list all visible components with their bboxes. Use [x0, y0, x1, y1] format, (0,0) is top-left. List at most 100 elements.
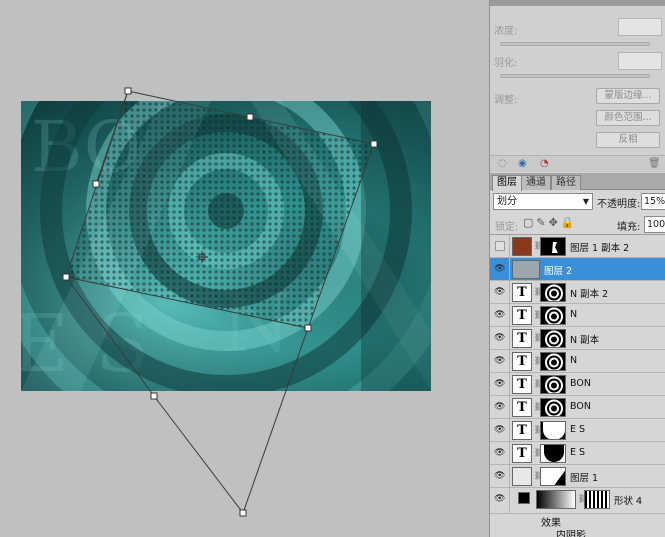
layer-row-selected[interactable]: 👁 图层 2	[490, 258, 665, 281]
eye-icon[interactable]: ◉	[518, 158, 527, 169]
layer-row[interactable]: 👁 T ⛓ N	[490, 304, 665, 327]
layer-row[interactable]: 👁 T ⛓ E S	[490, 419, 665, 442]
layer-mask-thumbnail[interactable]	[540, 329, 566, 348]
transform-handle-right-middle[interactable]	[304, 324, 312, 332]
tab-paths[interactable]: 路径	[551, 175, 581, 190]
layer-row[interactable]: 👁 T ⛓ BON	[490, 396, 665, 419]
panel-header-strip	[490, 0, 665, 6]
brush-icon[interactable]: ✎	[536, 216, 548, 229]
layer-mask-thumbnail[interactable]	[540, 352, 566, 371]
layer-row[interactable]: 👁 T ⛓ E S	[490, 442, 665, 465]
layer-row[interactable]: 👁 ⛓ 图层 1	[490, 465, 665, 488]
visibility-toggle-empty[interactable]	[495, 241, 505, 251]
eye-icon[interactable]: 👁	[494, 333, 506, 343]
layer-mask-thumbnail[interactable]	[540, 283, 566, 302]
feather-slider[interactable]	[500, 74, 650, 78]
layer-row[interactable]: 👁 T ⛓ N 副本 2	[490, 281, 665, 304]
eye-icon[interactable]: 👁	[494, 287, 506, 297]
feather-label: 羽化:	[494, 58, 518, 69]
transform-handle-bottom-right[interactable]	[239, 509, 247, 517]
layer-thumbnail	[512, 260, 540, 279]
transform-handle-top-right[interactable]	[370, 140, 378, 148]
layer-mask-thumbnail[interactable]	[540, 375, 566, 394]
layer-name: 图层 2	[544, 266, 573, 277]
text-layer-thumbnail: T	[512, 306, 532, 325]
layer-list[interactable]: ⛓ 图层 1 副本 2 👁 图层 2 👁 T ⛓ N 副本 2 👁	[490, 234, 665, 537]
masks-panel: 浓度: 羽化: 调整: 蒙版边缘... 颜色范围... 反相 ◌ ◉ ◔ 🗑	[490, 0, 665, 172]
lock-transparent-icon[interactable]: ▢	[523, 216, 536, 229]
trash-icon[interactable]: 🗑	[648, 158, 661, 169]
layer-name: E S	[570, 424, 586, 435]
layer-name: N 副本	[570, 335, 600, 346]
layer-mask-thumbnail[interactable]	[540, 398, 566, 417]
eye-icon[interactable]: 👁	[494, 471, 506, 481]
move-icon[interactable]: ✥	[549, 216, 561, 229]
transform-handle-bottom-middle[interactable]	[150, 392, 158, 400]
density-label: 浓度:	[494, 26, 518, 37]
color-range-button[interactable]: 颜色范围...	[596, 110, 660, 126]
layer-name: 图层 1 副本 2	[570, 243, 630, 254]
shape-color-swatch[interactable]	[518, 492, 530, 504]
layer-name: 形状 4	[614, 496, 643, 507]
text-layer-thumbnail: T	[512, 398, 532, 417]
layer-name: N	[570, 355, 578, 366]
eye-icon[interactable]: 👁	[494, 425, 506, 435]
lock-buttons[interactable]: ▢✎✥🔒	[523, 216, 578, 229]
layer-row[interactable]: 👁 T ⛓ N 副本	[490, 327, 665, 350]
layer-mask-thumbnail[interactable]	[540, 444, 566, 463]
density-slider[interactable]	[500, 42, 650, 46]
gradient-thumbnail[interactable]	[536, 490, 576, 509]
eye-icon[interactable]: 👁	[494, 379, 506, 389]
layer-effects-label[interactable]: 效果	[541, 514, 561, 529]
document-canvas-area[interactable]: BO E S N	[0, 0, 489, 537]
layer-thumbnail	[512, 467, 532, 486]
tab-layers[interactable]: 图层	[492, 175, 522, 191]
layer-row[interactable]: 👁 T ⛓ N	[490, 350, 665, 373]
layer-row[interactable]: 👁 T ⛓ BON	[490, 373, 665, 396]
layer-mask-thumbnail[interactable]	[540, 306, 566, 325]
blend-mode-value: 划分	[497, 196, 517, 207]
eye-icon[interactable]: 👁	[494, 310, 506, 320]
layer-name: 图层 1	[570, 473, 599, 484]
layers-tabbar: 图层 通道 路径	[490, 173, 665, 191]
blend-mode-select[interactable]: 划分 ▼	[493, 193, 593, 210]
feather-input[interactable]	[618, 52, 662, 70]
artwork-graphic: BO E S N	[21, 101, 431, 391]
vector-mask-thumbnail[interactable]	[584, 490, 610, 509]
transform-handle-top-middle[interactable]	[246, 113, 254, 121]
opacity-label: 不透明度:	[597, 199, 641, 210]
lock-label: 锁定:	[495, 222, 519, 233]
mask-edge-button[interactable]: 蒙版边缘...	[596, 88, 660, 104]
layer-row[interactable]: ⛓ 图层 1 副本 2	[490, 235, 665, 258]
layer-mask-thumbnail[interactable]	[540, 467, 566, 486]
opacity-input[interactable]: 15%	[641, 193, 665, 210]
fill-input[interactable]: 100%	[644, 216, 665, 233]
invert-button[interactable]: 反相	[596, 132, 660, 148]
mask-eye-icon[interactable]: ◔	[540, 158, 549, 169]
artwork-image[interactable]: BO E S N	[21, 101, 431, 391]
density-input[interactable]	[618, 18, 662, 36]
lock-row: 锁定: ▢✎✥🔒 填充: 100%	[490, 215, 665, 233]
layer-name: N	[570, 309, 578, 320]
eye-icon[interactable]: 👁	[494, 356, 506, 366]
inner-shadow-effect[interactable]: 内阴影	[556, 530, 586, 537]
layer-mask-thumbnail[interactable]	[540, 237, 566, 256]
eye-icon[interactable]: 👁	[494, 448, 506, 458]
transform-handle-left-middle[interactable]	[92, 180, 100, 188]
text-layer-thumbnail: T	[512, 329, 532, 348]
dropdown-arrow-icon: ▼	[582, 197, 589, 206]
layer-name: BON	[570, 378, 591, 389]
layer-mask-thumbnail[interactable]	[540, 421, 566, 440]
eye-icon[interactable]: 👁	[494, 264, 506, 274]
transform-handle-bottom-left[interactable]	[62, 273, 70, 281]
layer-name: BON	[570, 401, 591, 412]
transform-handle-top-left[interactable]	[124, 87, 132, 95]
text-layer-thumbnail: T	[512, 444, 532, 463]
eye-icon[interactable]: 👁	[494, 494, 506, 504]
load-selection-icon[interactable]: ◌	[498, 158, 507, 169]
tab-channels[interactable]: 通道	[521, 175, 551, 190]
masks-panel-footer: ◌ ◉ ◔ 🗑	[490, 155, 665, 172]
eye-icon[interactable]: 👁	[494, 402, 506, 412]
lock-icon[interactable]: 🔒	[561, 216, 578, 229]
layer-row[interactable]: 👁 ⛓ 形状 4	[490, 488, 665, 514]
